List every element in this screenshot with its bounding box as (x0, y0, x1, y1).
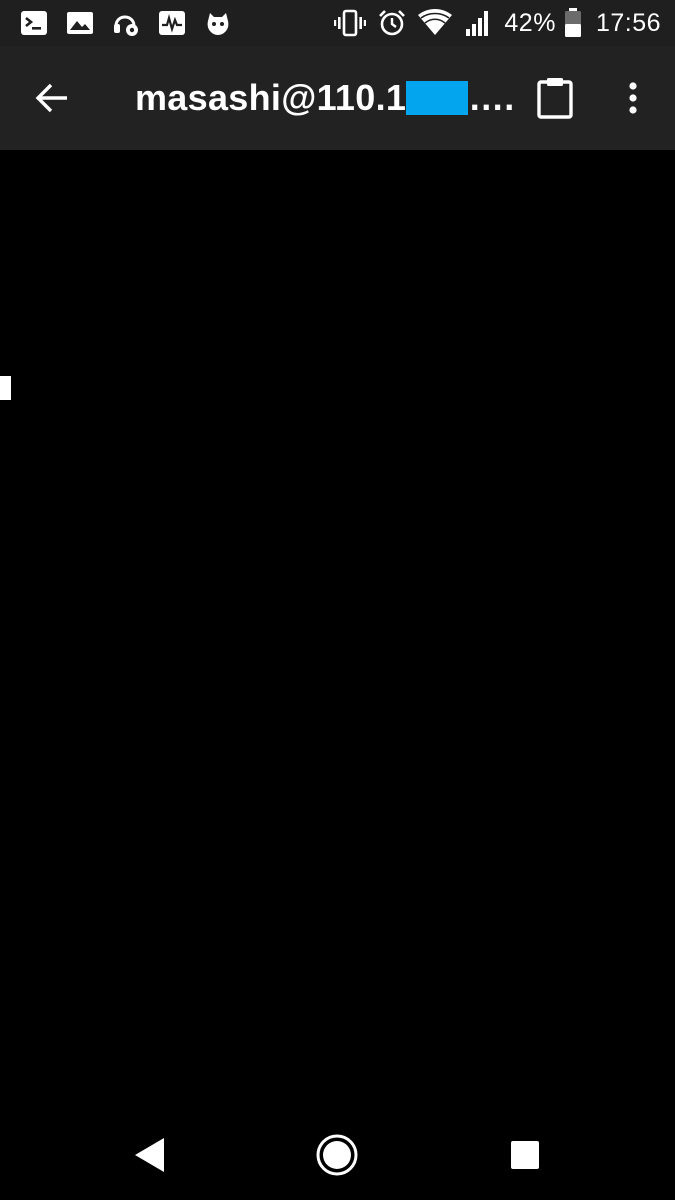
nav-recents-button[interactable] (500, 1130, 550, 1180)
paste-button[interactable] (528, 70, 582, 126)
cellular-signal-icon (466, 11, 489, 36)
alarm-icon (379, 10, 406, 36)
more-vert-icon (629, 82, 637, 114)
title-prefix: masashi@110.1 (135, 77, 407, 118)
nav-home-button[interactable] (312, 1130, 362, 1180)
app-mascot-icon (207, 13, 229, 35)
battery-percent: 42% (504, 8, 556, 37)
app-bar: masashi@110.1 …. (0, 46, 675, 150)
headphones-settings-icon (114, 15, 138, 36)
more-options-button[interactable] (608, 70, 658, 126)
terminal-view[interactable] (0, 150, 675, 1110)
battery-icon (564, 8, 581, 37)
terminal-icon (21, 11, 47, 35)
notification-icons (20, 9, 232, 37)
activity-monitor-icon (159, 11, 185, 35)
title-suffix: …. (468, 77, 515, 118)
nav-back-button[interactable] (125, 1130, 175, 1180)
image-icon (67, 12, 93, 34)
status-bar: 42% 17:56 (0, 0, 675, 46)
clock: 17:56 (595, 8, 661, 37)
recents-square-icon (511, 1141, 539, 1169)
page-title: masashi@110.1 …. (135, 76, 514, 120)
navigation-bar (0, 1110, 675, 1200)
system-status: 42% 17:56 (334, 6, 661, 40)
redaction-block (406, 81, 469, 115)
back-button[interactable] (26, 72, 78, 124)
vibrate-icon (334, 9, 367, 37)
arrow-back-icon (35, 83, 67, 113)
home-circle-icon (316, 1134, 358, 1176)
terminal-cursor (0, 376, 11, 400)
wifi-icon (418, 9, 453, 35)
screen: 42% 17:56 masashi@110.1 …. (0, 0, 675, 1200)
clipboard-icon (537, 78, 573, 119)
back-triangle-icon (135, 1138, 164, 1172)
